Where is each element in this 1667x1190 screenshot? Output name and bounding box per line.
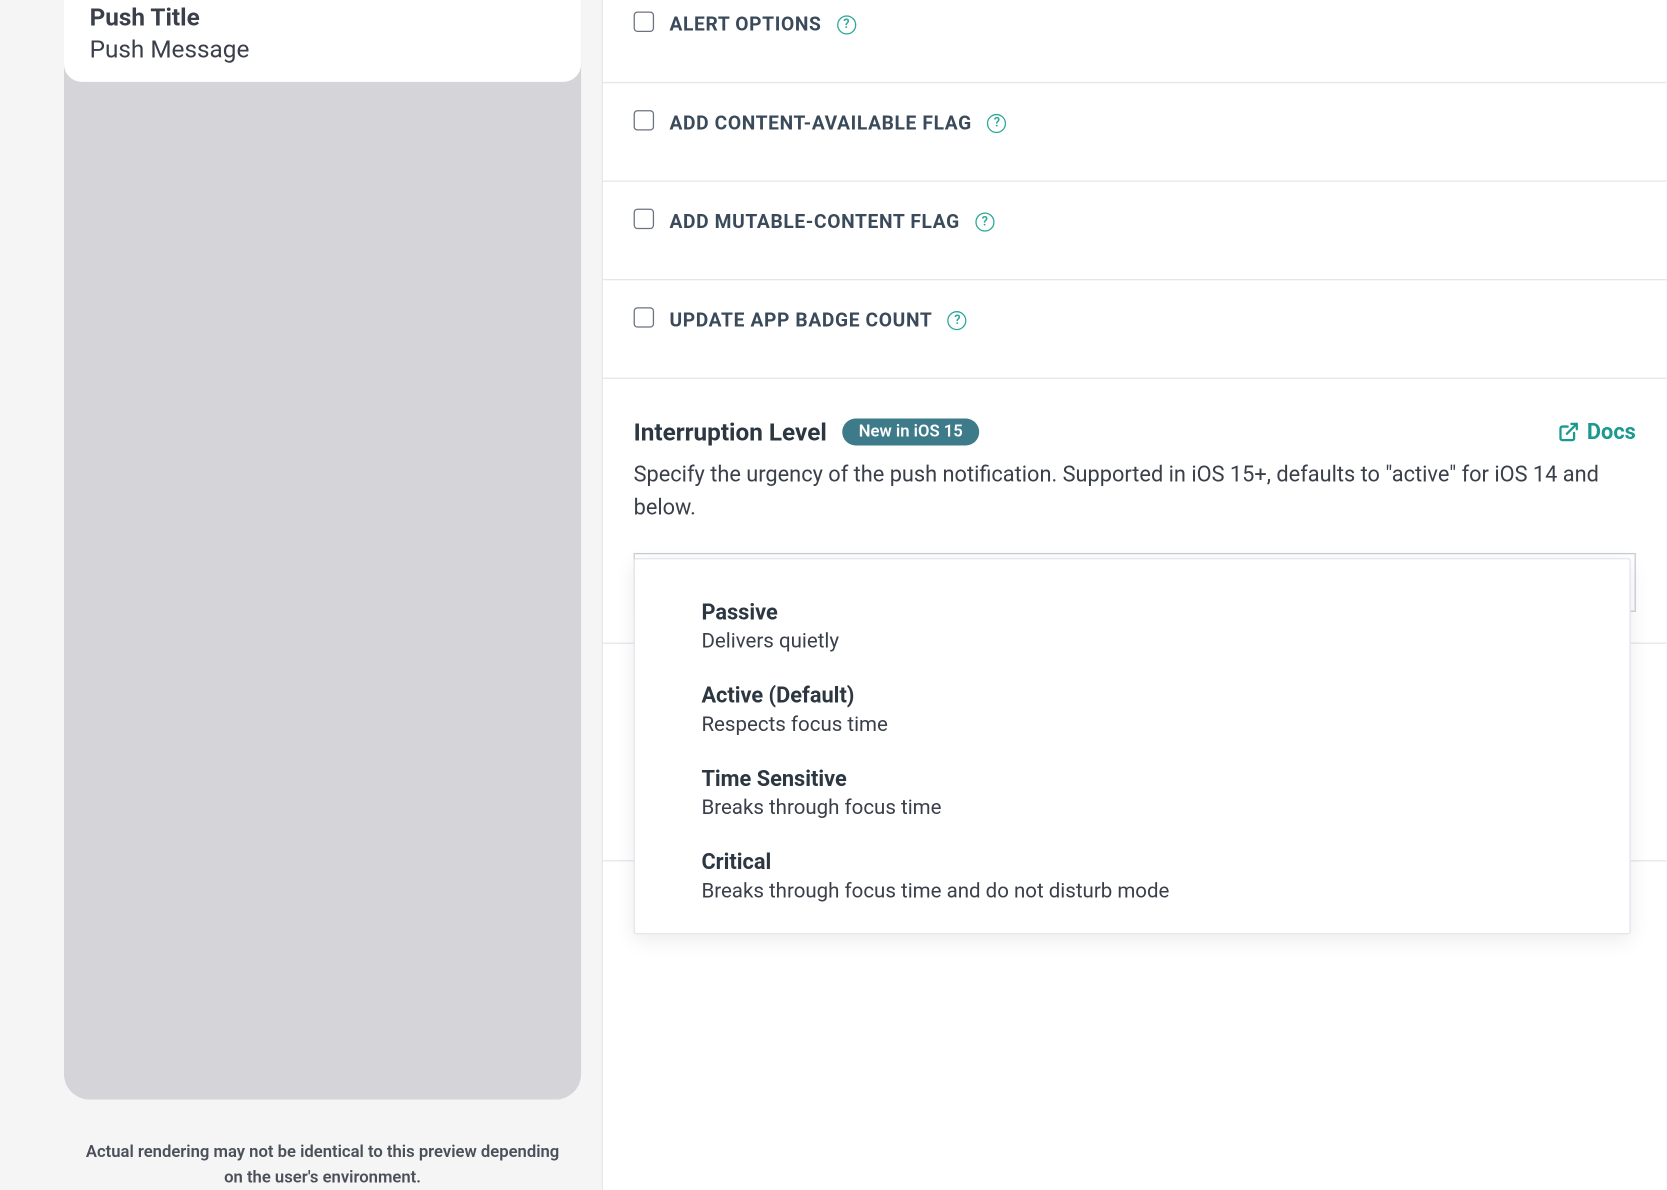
checkbox-alert-options[interactable]: [634, 12, 654, 32]
dropdown-option-desc: Delivers quietly: [701, 628, 1562, 652]
dropdown-option-passive[interactable]: Passive Delivers quietly: [635, 590, 1630, 673]
docs-link-label: Docs: [1587, 419, 1636, 445]
option-label: ADD CONTENT-AVAILABLE FLAG: [669, 111, 971, 134]
help-icon[interactable]: ?: [948, 310, 967, 329]
dropdown-option-desc: Respects focus time: [701, 712, 1562, 736]
badge-new-ios15: New in iOS 15: [842, 419, 979, 446]
interruption-header: Interruption Level New in iOS 15 Docs: [634, 417, 1636, 446]
push-message: Push Message: [90, 35, 556, 64]
interruption-dropdown-menu: Passive Delivers quietly Active (Default…: [634, 558, 1631, 934]
help-icon[interactable]: ?: [987, 113, 1006, 132]
checkbox-mutable-content[interactable]: [634, 209, 654, 229]
checkbox-update-badge[interactable]: [634, 307, 654, 327]
dropdown-option-title: Time Sensitive: [701, 767, 1562, 793]
dropdown-option-desc: Breaks through focus time and do not dis…: [701, 878, 1562, 902]
option-label: UPDATE APP BADGE COUNT: [669, 308, 932, 331]
option-content-available[interactable]: ADD CONTENT-AVAILABLE FLAG ?: [603, 83, 1667, 182]
preview-panel: Push Title Push Message Actual rendering…: [0, 0, 602, 1190]
preview-disclaimer: Actual rendering may not be identical to…: [64, 1100, 581, 1190]
option-label: ADD MUTABLE-CONTENT FLAG: [669, 210, 959, 233]
dropdown-option-title: Critical: [701, 850, 1562, 876]
help-icon[interactable]: ?: [975, 212, 994, 231]
option-update-badge[interactable]: UPDATE APP BADGE COUNT ?: [603, 280, 1667, 379]
dropdown-option-title: Active (Default): [701, 684, 1562, 710]
option-label: ALERT OPTIONS: [669, 13, 821, 36]
settings-panel: ALERT OPTIONS ? ADD CONTENT-AVAILABLE FL…: [602, 0, 1667, 1190]
docs-link[interactable]: Docs: [1557, 419, 1635, 445]
phone-preview: Push Title Push Message: [64, 0, 581, 1100]
dropdown-option-active[interactable]: Active (Default) Respects focus time: [635, 673, 1630, 756]
push-title: Push Title: [90, 3, 556, 32]
option-mutable-content[interactable]: ADD MUTABLE-CONTENT FLAG ?: [603, 182, 1667, 281]
checkbox-content-available[interactable]: [634, 110, 654, 130]
dropdown-option-title: Passive: [701, 600, 1562, 626]
help-icon[interactable]: ?: [837, 15, 856, 34]
dropdown-option-desc: Breaks through focus time: [701, 795, 1562, 819]
dropdown-option-critical[interactable]: Critical Breaks through focus time and d…: [635, 840, 1630, 923]
dropdown-option-time-sensitive[interactable]: Time Sensitive Breaks through focus time: [635, 756, 1630, 839]
notification-card: Push Title Push Message: [64, 0, 581, 82]
interruption-title: Interruption Level: [634, 417, 827, 446]
option-alert-options[interactable]: ALERT OPTIONS ?: [603, 0, 1667, 83]
interruption-description: Specify the urgency of the push notifica…: [634, 460, 1636, 525]
external-link-icon: [1557, 421, 1579, 443]
